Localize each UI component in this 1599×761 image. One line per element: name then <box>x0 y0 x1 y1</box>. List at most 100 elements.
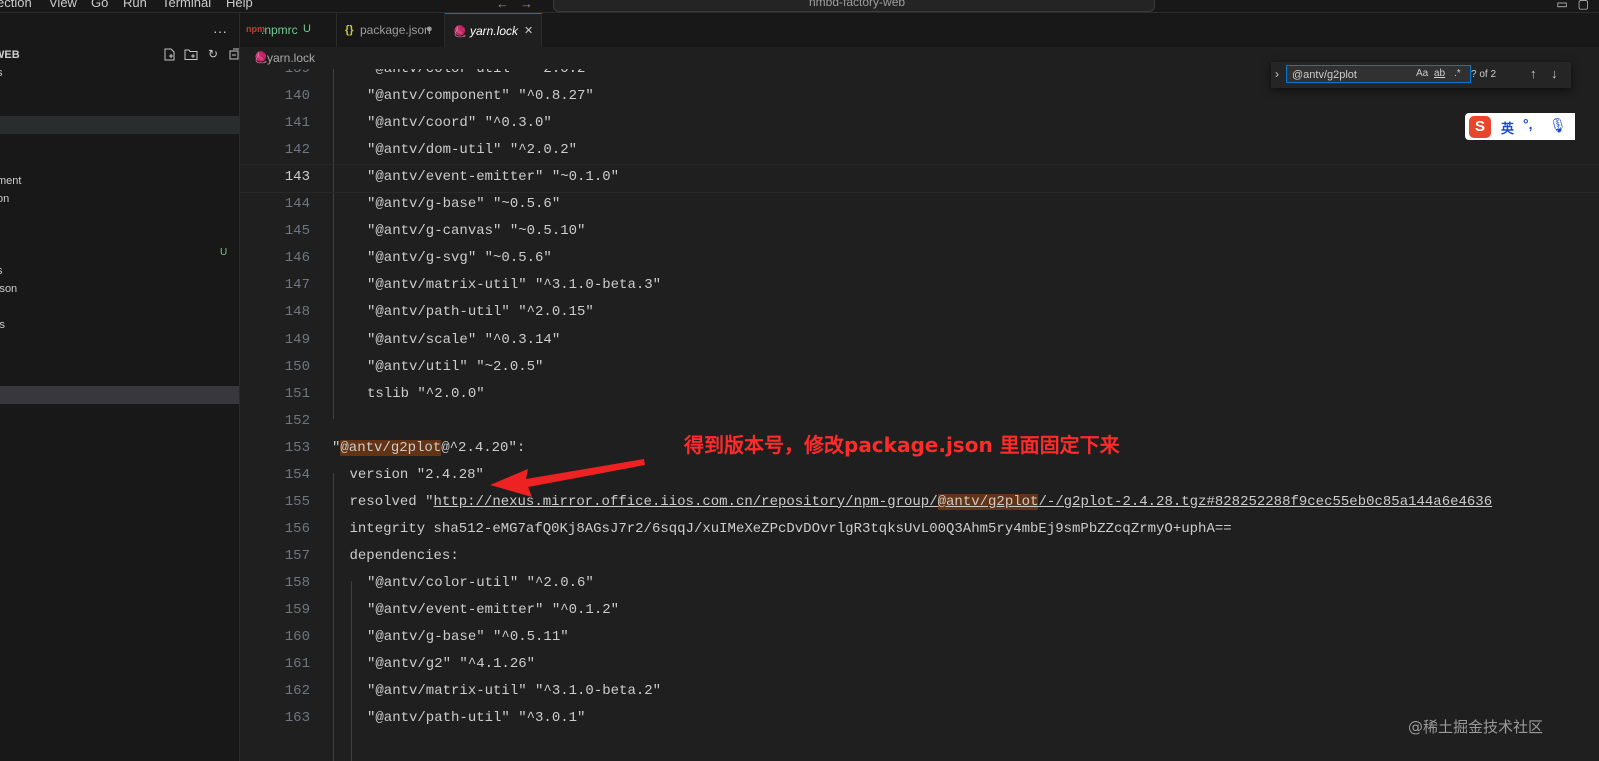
line-number: 151 <box>284 385 310 402</box>
line-number: 148 <box>284 304 310 321</box>
tab-yarn-lock[interactable]: 🧶 yarn.lock ✕ <box>445 13 542 48</box>
code-line[interactable]: "@antv/g-svg" "~0.5.6" <box>367 250 552 266</box>
indent-guide <box>351 581 352 761</box>
indent-guide <box>333 69 334 419</box>
line-number: 142 <box>284 142 310 159</box>
code-line[interactable]: version "2.4.28" <box>350 467 484 483</box>
back-arrow-icon[interactable]: ← <box>496 0 509 11</box>
menu-help[interactable]: Help <box>226 0 253 10</box>
line-number: 157 <box>284 547 310 564</box>
code-line[interactable]: "@antv/coord" "^0.3.0" <box>367 115 552 131</box>
line-number: 140 <box>284 88 310 105</box>
next-match-icon[interactable]: ↓ <box>1551 66 1558 81</box>
line-number: 159 <box>284 602 310 618</box>
code-line[interactable]: "@antv/dom-util" "^2.0.2" <box>367 142 577 158</box>
command-center[interactable]: nmbd-factory-web <box>553 0 1155 12</box>
menu-view[interactable]: View <box>49 0 77 10</box>
code-editor[interactable]: 139 "@antv/color-util" "^2.0.2" 140 "@antv/… <box>240 69 1599 761</box>
code-line[interactable]: "@antv/scale" "^0.3.14" <box>367 332 560 348</box>
match-case-icon[interactable]: Aa <box>1416 68 1428 79</box>
collapse-all-icon[interactable] <box>227 46 239 62</box>
breadcrumb-file[interactable]: yarn.lock <box>267 51 315 65</box>
tab-bar: npm .npmrc U {} package.json ● 🧶 yarn.lo… <box>240 13 1599 48</box>
menu-terminal[interactable]: Terminal <box>162 0 211 10</box>
explorer-actions: ↻ <box>161 46 239 62</box>
line-number: 150 <box>284 358 310 375</box>
code-line[interactable]: "@antv/component" "^0.8.27" <box>367 88 594 104</box>
whole-word-icon[interactable]: ab <box>1434 68 1445 79</box>
tree-item[interactable] <box>0 152 239 170</box>
toggle-replace-icon[interactable]: › <box>1275 67 1279 81</box>
code-line[interactable]: "@antv/path-util" "^3.0.1" <box>367 710 585 726</box>
code-line[interactable]: "@antv/g-base" "^0.5.11" <box>367 629 569 645</box>
line-number: 139 <box>284 69 310 77</box>
yarn-icon: 🧶 <box>254 52 268 64</box>
close-icon[interactable]: ✕ <box>524 24 533 37</box>
project-name[interactable]: WEB <box>0 49 20 61</box>
tree-item[interactable] <box>0 116 239 134</box>
code-line[interactable]: "@antv/event-emitter" "^0.1.2" <box>367 602 619 618</box>
tree-item[interactable]: s <box>0 64 239 82</box>
line-number: 145 <box>284 223 310 240</box>
code-line[interactable]: "@antv/color-util" "^2.0.2" <box>367 69 594 77</box>
tab-npmrc[interactable]: npm .npmrc U <box>240 13 337 47</box>
code-line[interactable]: "@antv/g-canvas" "~0.5.10" <box>367 223 585 239</box>
code-line[interactable]: tslib "^2.0.0" <box>367 386 485 402</box>
tree-item[interactable] <box>0 226 239 244</box>
tree-item[interactable] <box>0 208 239 226</box>
indent-guide <box>333 473 334 761</box>
refresh-icon[interactable]: ↻ <box>205 46 221 62</box>
line-number: 153 <box>284 439 310 456</box>
forward-arrow-icon[interactable]: → <box>520 0 533 11</box>
code-line[interactable]: "@antv/path-util" "^2.0.15" <box>367 304 594 320</box>
tab-package-json[interactable]: {} package.json ● <box>337 13 445 47</box>
tree-item[interactable]: s <box>0 262 239 280</box>
tree-item[interactable]: U <box>0 244 239 262</box>
line-number: 149 <box>284 331 310 348</box>
previous-match-icon[interactable]: ↑ <box>1530 66 1537 81</box>
explorer-sidebar: ··· WEB ↻ s ment on U s json js <box>0 13 240 761</box>
layout-controls[interactable]: ▭ ▢ <box>1556 0 1599 11</box>
tree-item[interactable]: ment <box>0 172 239 190</box>
code-line[interactable]: "@antv/g2plot@^2.4.20": <box>332 439 525 456</box>
microphone-icon[interactable]: 🎙 <box>1549 117 1567 134</box>
code-line[interactable]: "@antv/g-base" "~0.5.6" <box>367 196 560 212</box>
code-line[interactable]: "@antv/matrix-util" "^3.1.0-beta.2" <box>367 683 661 699</box>
code-line[interactable]: "@antv/event-emitter" "~0.1.0" <box>367 169 619 185</box>
regex-icon[interactable]: .* <box>1454 68 1461 79</box>
tree-item[interactable] <box>0 298 239 316</box>
code-line[interactable]: integrity sha512-eMG7afQ0Kj8AGsJ7r2/6sqq… <box>350 521 1232 537</box>
untracked-badge: U <box>303 23 311 35</box>
line-number: 163 <box>284 710 310 727</box>
menu-bar: ection View Go Run Terminal Help ← → nmb… <box>0 0 1599 13</box>
menu-go[interactable]: Go <box>91 0 108 10</box>
line-number: 162 <box>284 683 310 700</box>
menu-selection[interactable]: ection <box>0 0 32 10</box>
more-actions-icon[interactable]: ··· <box>213 23 227 39</box>
yarn-icon: 🧶 <box>453 26 467 38</box>
line-number: 154 <box>284 466 310 483</box>
menu-run[interactable]: Run <box>123 0 147 10</box>
tree-item-selected[interactable] <box>0 386 239 404</box>
window-title: nmbd-factory-web <box>809 0 906 9</box>
code-line[interactable]: "@antv/g2" "^4.1.26" <box>367 656 535 672</box>
ime-punctuation-toggle[interactable]: °, <box>1523 116 1533 132</box>
line-number: 161 <box>284 656 310 673</box>
line-number: 147 <box>284 277 310 294</box>
code-line[interactable]: "@antv/matrix-util" "^3.1.0-beta.3" <box>367 277 661 293</box>
line-number: 160 <box>284 629 310 646</box>
code-line[interactable]: "@antv/color-util" "^2.0.6" <box>367 575 594 591</box>
sogou-logo-icon[interactable]: S <box>1469 116 1491 138</box>
new-folder-icon[interactable] <box>183 46 199 62</box>
ime-language-toggle[interactable]: 英 <box>1501 118 1514 137</box>
code-line[interactable]: dependencies: <box>350 548 459 564</box>
new-file-icon[interactable] <box>161 46 177 62</box>
code-line[interactable]: "@antv/util" "~2.0.5" <box>367 359 543 375</box>
json-icon: {} <box>345 24 354 36</box>
tree-item[interactable]: json <box>0 280 239 298</box>
line-number: 156 <box>284 520 310 537</box>
ime-toolbar[interactable]: S 英 °, 🎙 <box>1465 113 1575 140</box>
tree-item[interactable]: on <box>0 190 239 208</box>
tree-item[interactable] <box>0 134 239 152</box>
tree-item[interactable]: js <box>0 316 239 334</box>
